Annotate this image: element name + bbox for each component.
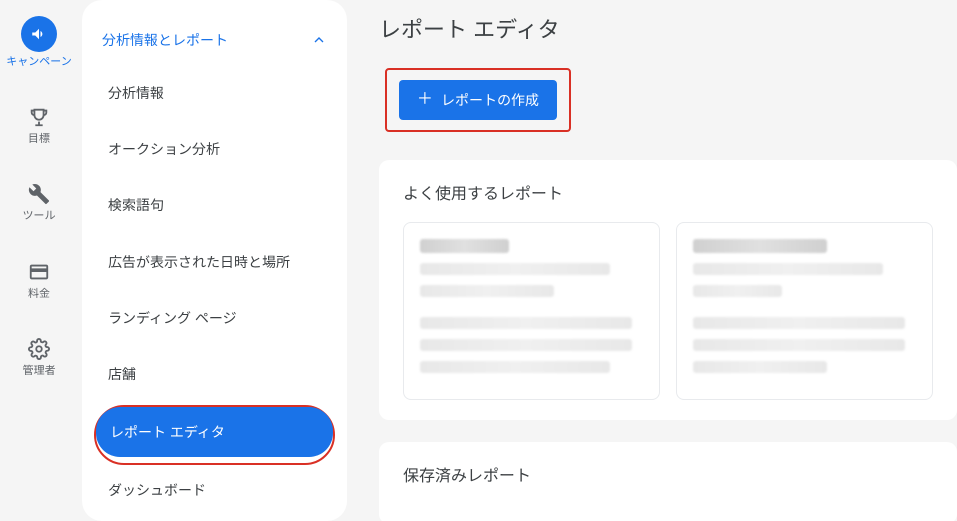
plus-icon: ＋ <box>417 92 433 108</box>
submenu-when-where[interactable]: 広告が表示された日時と場所 <box>94 237 335 287</box>
rail-tools-label: ツール <box>23 210 56 223</box>
submenu: 分析情報 オークション分析 検索語句 広告が表示された日時と場所 ランディング … <box>82 68 347 516</box>
submenu-auction[interactable]: オークション分析 <box>94 124 335 174</box>
rail-admin-label: 管理者 <box>23 365 56 378</box>
rail-tools[interactable]: ツール <box>0 174 78 231</box>
submenu-search-terms[interactable]: 検索語句 <box>94 180 335 230</box>
rail-admin[interactable]: 管理者 <box>0 329 78 386</box>
rail-billing-label: 料金 <box>28 288 50 301</box>
page-title: レポート エディタ <box>379 12 957 44</box>
report-tile[interactable] <box>676 222 933 400</box>
submenu-landing[interactable]: ランディング ページ <box>94 293 335 343</box>
main-content: レポート エディタ ＋ レポートの作成 よく使用するレポート <box>347 0 957 521</box>
panel-header-label: 分析情報とレポート <box>102 30 228 50</box>
rail-goals-label: 目標 <box>28 133 50 146</box>
gear-icon <box>27 337 51 361</box>
trophy-icon <box>27 105 51 129</box>
rail-campaigns-label: キャンペーン <box>6 56 71 69</box>
rail-billing[interactable]: 料金 <box>0 252 78 309</box>
submenu-dashboard[interactable]: ダッシュボード <box>94 465 335 515</box>
placeholder-bar <box>693 339 905 351</box>
placeholder-bar <box>420 361 610 373</box>
placeholder-bar <box>420 285 554 297</box>
create-report-label: レポートの作成 <box>441 90 539 110</box>
placeholder-bar <box>420 339 632 351</box>
placeholder-bar <box>420 263 610 275</box>
rail-goals[interactable]: 目標 <box>0 97 78 154</box>
side-panel: 分析情報とレポート 分析情報 オークション分析 検索語句 広告が表示された日時と… <box>82 0 347 521</box>
placeholder-bar <box>420 317 632 329</box>
frequently-used-title: よく使用するレポート <box>403 180 933 204</box>
report-tiles <box>403 222 933 400</box>
placeholder-bar <box>693 263 883 275</box>
placeholder-bar <box>693 361 827 373</box>
placeholder-bar <box>420 239 509 253</box>
submenu-insights[interactable]: 分析情報 <box>94 68 335 118</box>
submenu-highlight: レポート エディタ <box>94 405 335 465</box>
tools-icon <box>27 182 51 206</box>
submenu-store[interactable]: 店舗 <box>94 349 335 399</box>
frequently-used-card: よく使用するレポート <box>379 160 957 420</box>
create-highlight: ＋ レポートの作成 <box>385 68 571 132</box>
rail-campaigns[interactable]: キャンペーン <box>0 8 78 77</box>
report-tile[interactable] <box>403 222 660 400</box>
placeholder-bar <box>693 285 782 297</box>
megaphone-icon <box>21 16 57 52</box>
card-icon <box>27 260 51 284</box>
saved-reports-card: 保存済みレポート <box>379 442 957 521</box>
submenu-report-editor[interactable]: レポート エディタ <box>96 407 333 457</box>
panel-header[interactable]: 分析情報とレポート <box>82 16 347 68</box>
left-rail: キャンペーン 目標 ツール 料金 管理者 <box>0 0 78 521</box>
create-report-button[interactable]: ＋ レポートの作成 <box>399 80 557 120</box>
chevron-up-icon <box>311 32 327 48</box>
placeholder-bar <box>693 317 905 329</box>
saved-reports-title: 保存済みレポート <box>403 462 933 486</box>
placeholder-bar <box>693 239 827 253</box>
